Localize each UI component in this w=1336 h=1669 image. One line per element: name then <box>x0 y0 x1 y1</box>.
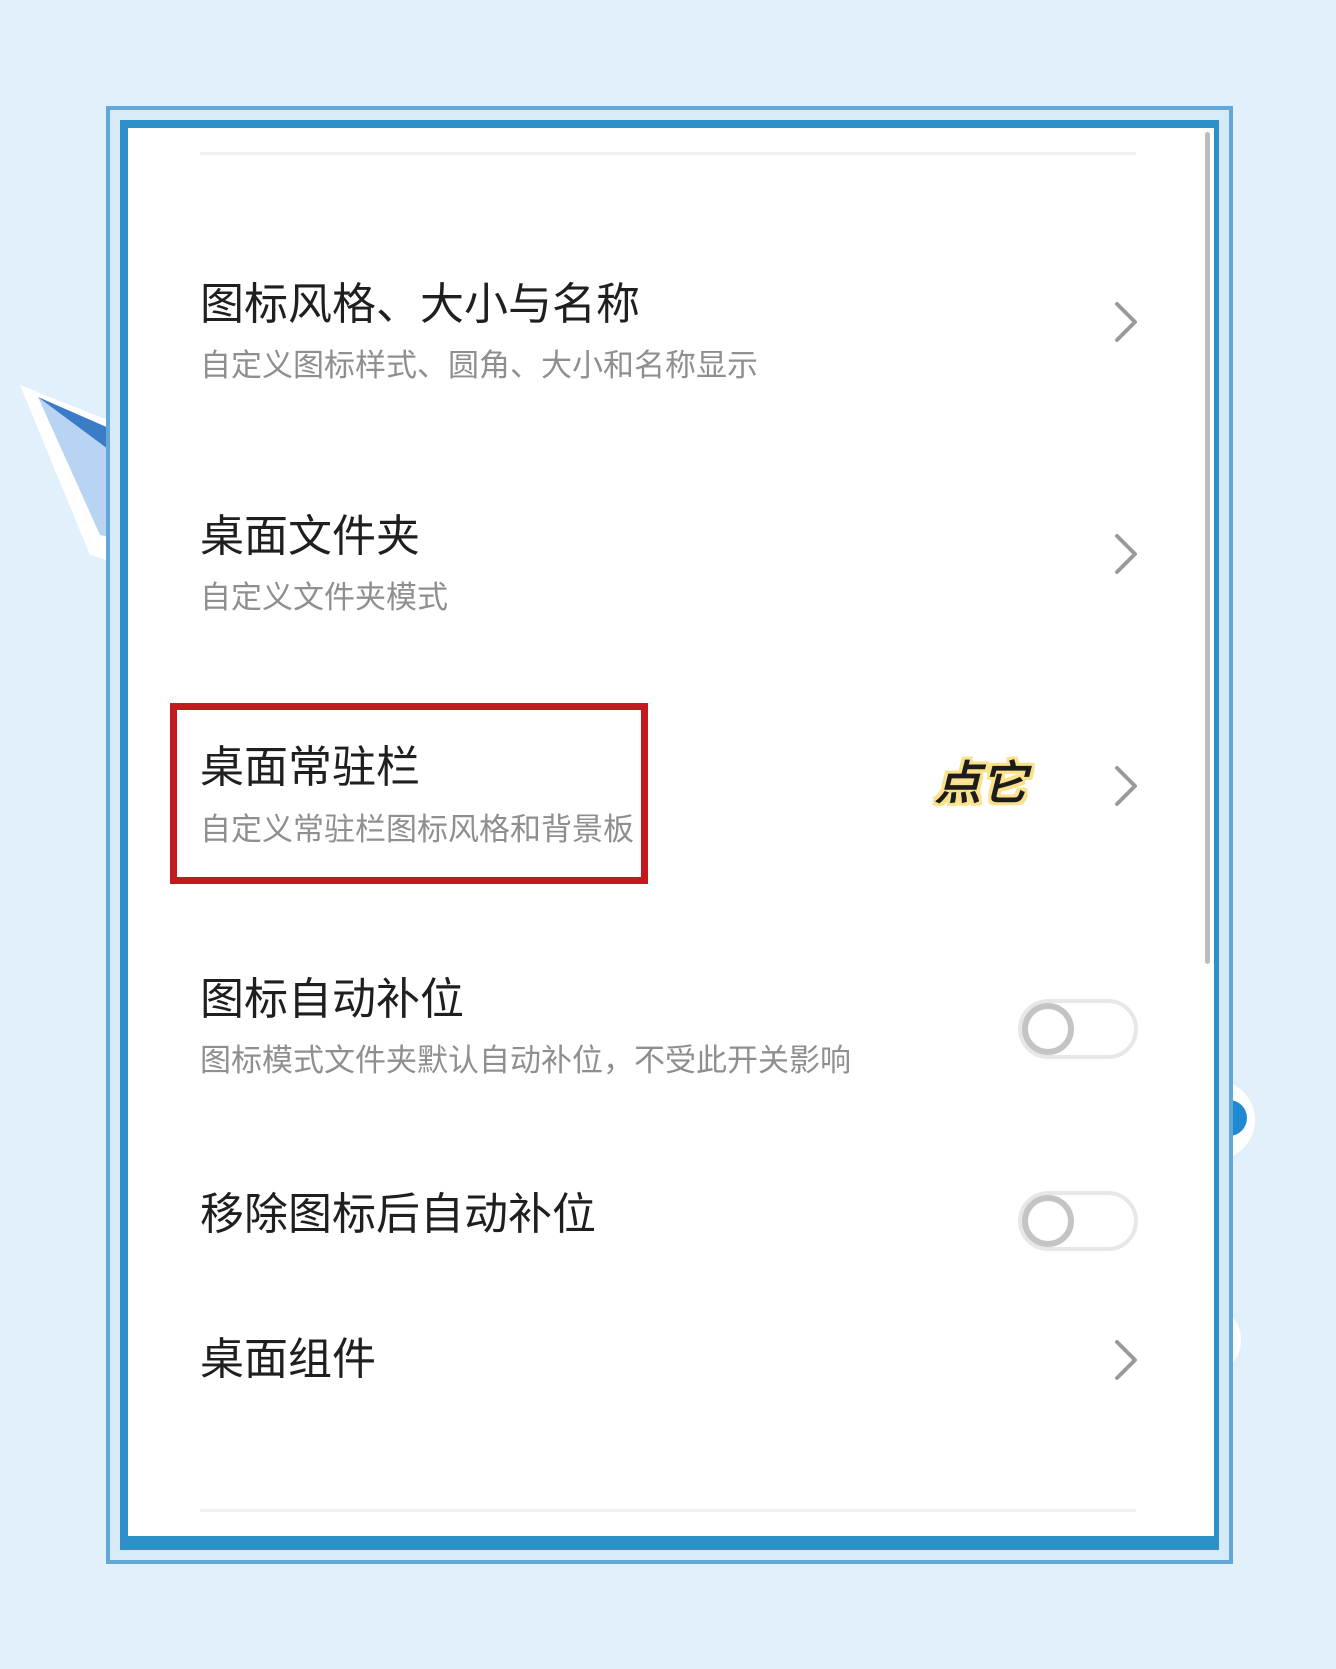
setting-title: 桌面组件 <box>200 1334 376 1385</box>
divider <box>200 152 1136 155</box>
setting-subtitle: 自定义图标样式、圆角、大小和名称显示 <box>200 348 758 384</box>
toggle-knob <box>1022 1195 1074 1247</box>
setting-subtitle: 图标模式文件夹默认自动补位，不受此开关影响 <box>200 1043 851 1079</box>
setting-item-widgets[interactable]: 桌面组件 <box>128 128 1213 1385</box>
divider <box>200 1509 1136 1512</box>
setting-subtitle: 自定义文件夹模式 <box>200 580 448 616</box>
toggle-knob <box>1022 1003 1074 1055</box>
highlight-box <box>170 703 648 884</box>
tap-here-label: 点它 <box>935 756 1027 810</box>
chevron-right-icon <box>1115 766 1137 806</box>
auto-fill-after-remove-toggle[interactable] <box>1018 1191 1138 1251</box>
setting-title: 桌面文件夹 <box>200 511 420 562</box>
scrollbar[interactable] <box>1205 132 1210 964</box>
chevron-right-icon <box>1115 534 1137 574</box>
chevron-right-icon <box>1115 302 1137 342</box>
setting-title: 图标自动补位 <box>200 974 464 1025</box>
auto-fill-toggle[interactable] <box>1018 999 1138 1059</box>
chevron-right-icon <box>1115 1340 1137 1380</box>
setting-title: 图标风格、大小与名称 <box>200 279 640 330</box>
setting-title: 移除图标后自动补位 <box>200 1189 596 1240</box>
